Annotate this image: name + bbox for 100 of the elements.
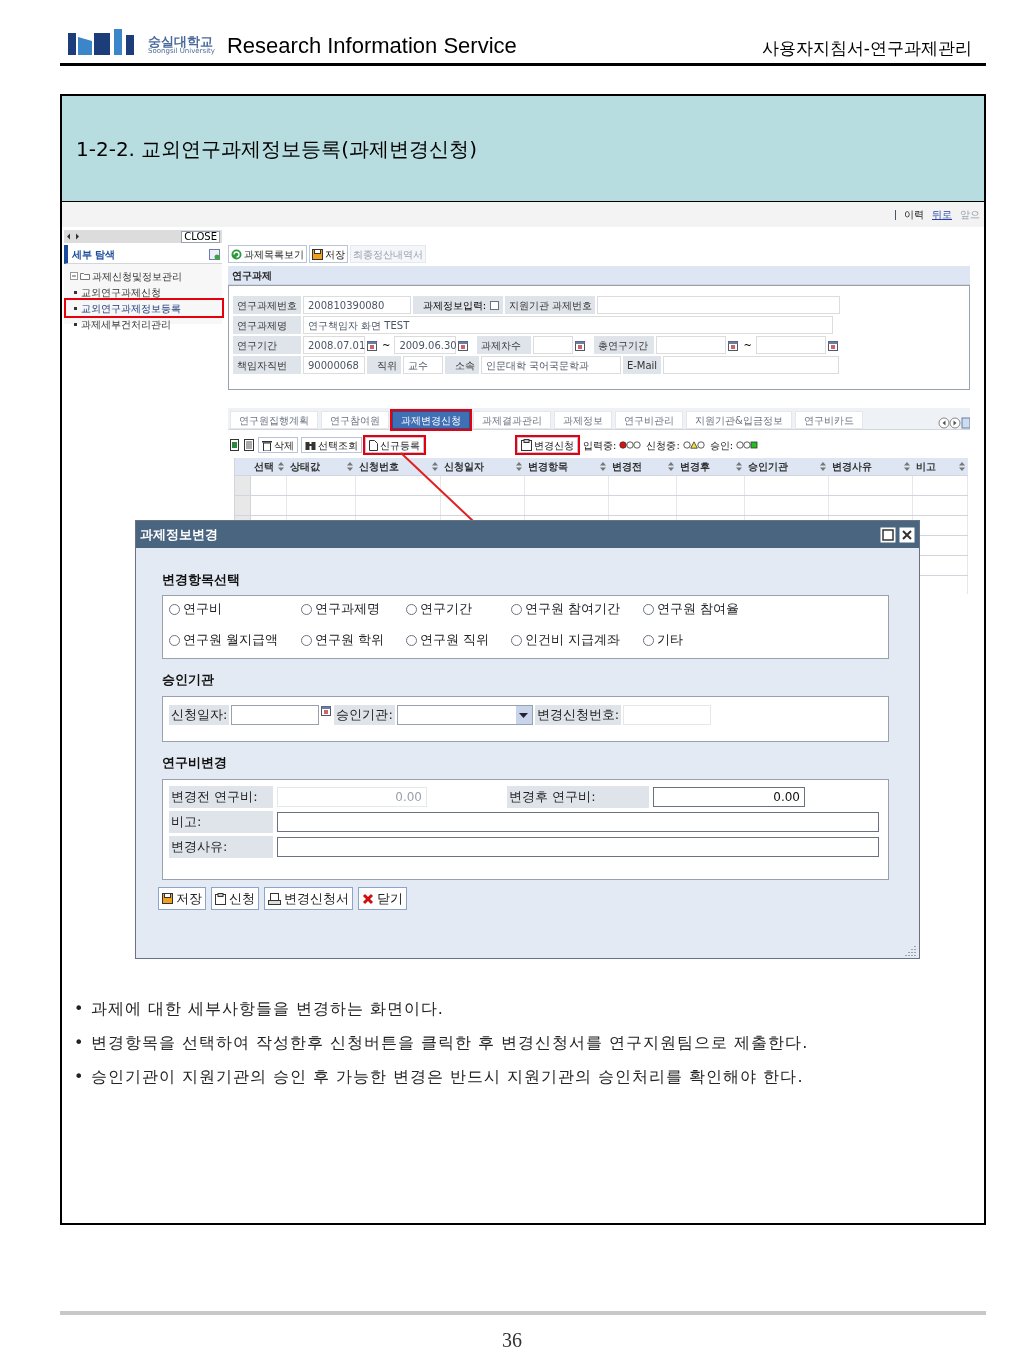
- radio-option[interactable]: 연구원 학위: [301, 631, 406, 649]
- sort-icon[interactable]: [600, 462, 607, 471]
- tab[interactable]: 연구원집행계획: [230, 411, 318, 429]
- column-header[interactable]: 상태값: [286, 458, 357, 475]
- sort-icon[interactable]: [431, 462, 438, 471]
- sort-icon[interactable]: [277, 462, 284, 471]
- grid-button[interactable]: 신규등록: [365, 437, 424, 453]
- sort-icon[interactable]: [904, 462, 911, 471]
- maximize-icon[interactable]: [880, 526, 896, 543]
- dialog-button[interactable]: 닫기: [358, 887, 407, 910]
- close-button[interactable]: CLOSE: [181, 230, 220, 243]
- radio-option[interactable]: 연구비: [169, 600, 301, 618]
- radio-option[interactable]: 연구원 참여율: [643, 600, 753, 618]
- tree-item[interactable]: 과제신청및정보관리: [92, 268, 182, 284]
- input-field[interactable]: [277, 837, 879, 857]
- status-lights-icon: [736, 441, 759, 449]
- column-header[interactable]: 선택: [250, 458, 287, 475]
- calendar-icon[interactable]: [321, 705, 333, 716]
- radio-button[interactable]: [406, 634, 417, 646]
- input-field[interactable]: 200810390080: [303, 296, 411, 314]
- group-heading: 연구비변경: [162, 755, 227, 770]
- input-field[interactable]: [277, 812, 879, 832]
- radio-button[interactable]: [511, 634, 522, 646]
- toolbar-button[interactable]: 저장: [309, 245, 348, 263]
- radio-option[interactable]: 연구원 참여기간: [511, 600, 643, 618]
- field-label: 변경후 연구비:: [507, 786, 649, 808]
- document-list-icon[interactable]: [244, 439, 255, 451]
- calendar-icon[interactable]: [728, 339, 740, 351]
- note-text: • 변경항목을 선택하여 작성한후 신청버튼을 클릭한 후 변경신청서를 연구지원팀으로 제출한다.: [74, 1032, 810, 1054]
- tab[interactable]: 연구참여원: [321, 411, 389, 429]
- dialog-button[interactable]: 변경신청서: [264, 887, 353, 910]
- grid-button[interactable]: 선택조회: [301, 437, 362, 453]
- sort-icon[interactable]: [735, 462, 742, 471]
- range-separator: ~: [381, 338, 392, 353]
- dialog-button[interactable]: 저장: [158, 887, 206, 910]
- export-icon[interactable]: [230, 439, 241, 451]
- column-header[interactable]: 신청번호: [356, 458, 441, 475]
- tab[interactable]: 연구비관리: [615, 411, 683, 429]
- radio-button[interactable]: [511, 603, 522, 615]
- sort-icon[interactable]: [959, 462, 966, 471]
- radio-button[interactable]: [169, 634, 180, 646]
- column-header[interactable]: 신청일자: [440, 458, 526, 475]
- column-header[interactable]: 변경전: [609, 458, 677, 475]
- radio-button[interactable]: [301, 634, 312, 646]
- column-header[interactable]: 변경사유: [828, 458, 914, 475]
- tab[interactable]: 과제정보: [554, 411, 612, 429]
- tab[interactable]: 연구비카드: [794, 411, 863, 429]
- radio-button[interactable]: [301, 603, 312, 615]
- radio-button[interactable]: [643, 634, 654, 646]
- sort-icon[interactable]: [347, 462, 354, 471]
- column-header[interactable]: 변경항목: [525, 458, 610, 475]
- collapse-icon[interactable]: [70, 272, 78, 280]
- column-header[interactable]: 승인기관: [744, 458, 829, 475]
- tab[interactable]: 지원기관&입금정보: [686, 411, 792, 429]
- tree-item[interactable]: 교외연구과제정보등록: [81, 300, 181, 316]
- close-icon[interactable]: [899, 526, 915, 543]
- sort-icon[interactable]: [516, 462, 523, 471]
- radio-option[interactable]: 인건비 지급계좌: [511, 631, 643, 649]
- radio-option[interactable]: 연구과제명: [301, 600, 406, 618]
- radio-button[interactable]: [169, 603, 180, 615]
- resize-grip-icon[interactable]: [905, 944, 917, 956]
- calendar-icon[interactable]: [367, 339, 378, 351]
- tab[interactable]: 과제결과관리: [473, 411, 551, 429]
- radio-option[interactable]: 연구원 월지급액: [169, 631, 301, 649]
- radio-option[interactable]: 연구기간: [406, 600, 511, 618]
- tree-item[interactable]: 교외연구과제신청: [81, 284, 161, 300]
- radio-option[interactable]: 연구원 직위: [406, 631, 511, 649]
- sort-icon[interactable]: [668, 462, 674, 471]
- document-title: 사용자지침서-연구과제관리: [761, 40, 973, 57]
- checkbox[interactable]: [490, 300, 499, 310]
- grid-button[interactable]: 변경신청: [517, 437, 578, 453]
- sort-icon[interactable]: [819, 462, 826, 471]
- input-field[interactable]: 연구책임자 화면 TEST: [303, 316, 833, 334]
- input-field[interactable]: 90000068: [303, 356, 365, 374]
- panel-icon[interactable]: [209, 248, 220, 260]
- tree-item[interactable]: 과제세부건처리관리: [81, 316, 171, 332]
- radio-button[interactable]: [643, 603, 654, 615]
- grid-button[interactable]: 삭제: [258, 437, 298, 453]
- field-label: 연구기간: [233, 336, 301, 354]
- calendar-icon[interactable]: [827, 339, 839, 351]
- printer-icon: [268, 892, 281, 905]
- toolbar-button[interactable]: 과제목록보기: [228, 245, 307, 263]
- calendar-icon[interactable]: [575, 339, 587, 351]
- column-header[interactable]: 변경후: [677, 458, 745, 475]
- tab[interactable]: 과제변경신청: [392, 411, 470, 429]
- column-header[interactable]: 비고: [913, 458, 969, 475]
- dropdown-arrow-icon[interactable]: [519, 712, 529, 718]
- calendar-icon[interactable]: [458, 339, 470, 351]
- amount-field[interactable]: 0.00: [653, 787, 805, 807]
- radio-option[interactable]: 기타: [643, 631, 753, 649]
- input-field[interactable]: 교수: [403, 356, 443, 374]
- radio-button[interactable]: [406, 603, 417, 615]
- dialog-button[interactable]: 신청: [211, 887, 259, 910]
- input-field[interactable]: 2008.07.01: [303, 336, 365, 354]
- scroll-arrows-icon[interactable]: [938, 417, 970, 429]
- input-field[interactable]: 인문대학 국어국문학과: [481, 356, 621, 374]
- nav-link[interactable]: 뒤로: [932, 207, 952, 222]
- input-field[interactable]: 2009.06.30: [394, 336, 457, 354]
- date-field[interactable]: [231, 705, 320, 725]
- arrow-buttons-icon[interactable]: [66, 233, 80, 240]
